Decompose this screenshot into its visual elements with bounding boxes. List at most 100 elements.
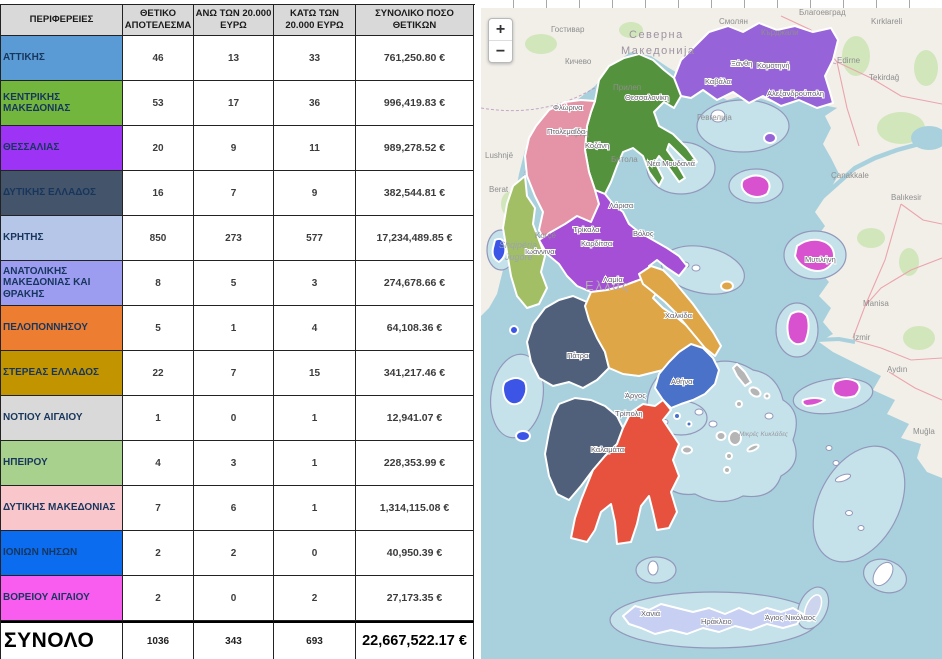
map-label: Τρίπολη	[615, 409, 643, 418]
table-row: ΗΠΕΙΡΟΥ 4 3 1 228,353.99 €	[1, 441, 475, 486]
header-below: ΚΑΤΩ ΤΩΝ 20.000 ΕΥΡΩ	[274, 5, 356, 36]
regions-table: ΠΕΡΙΦΕΡΕΙΕΣ ΘΕΤΙΚΟ ΑΠΟΤΕΛΕΣΜΑ ΑΝΩ ΤΩΝ 20…	[0, 4, 475, 659]
map-canvas[interactable]: ГостиварКичевоСевернаМакедонијаПрилепСтр…	[481, 8, 942, 659]
header-positive: ΘΕΤΙΚΟ ΑΠΟΤΕΛΕΣΜΑ	[123, 5, 194, 36]
map-label: Θεσσαλονίκη	[625, 93, 669, 102]
header-above: ΑΝΩ ΤΩΝ 20.000 ΕΥΡΩ	[194, 5, 274, 36]
region-name-cell: ΑΝΑΤΟΛΙΚΗΣ ΜΑΚΕΔΟΝΙΑΣ ΚΑΙ ΘΡΑΚΗΣ	[1, 261, 123, 306]
above-20k-cell: 0	[194, 576, 274, 621]
map-label: Κομοτηνή	[757, 61, 790, 70]
total-positive: 1036	[123, 621, 194, 659]
map-island-mykonos[interactable]	[763, 392, 771, 400]
above-20k-cell: 9	[194, 126, 274, 171]
map-label: Битола	[611, 155, 638, 164]
map-label: Τρίκαλα	[573, 225, 600, 234]
map-island-skyros[interactable]	[720, 280, 734, 292]
map-label: Македонија	[621, 45, 696, 57]
positive-count-cell: 5	[123, 306, 194, 351]
ruler-strip	[481, 0, 942, 8]
table-row: ΠΕΛΟΠΟΝΝΗΣΟΥ 5 1 4 64,108.36 €	[1, 306, 475, 351]
map-label: Кърджали	[761, 28, 799, 37]
region-name-cell: ΚΡΗΤΗΣ	[1, 216, 123, 261]
map-island-samothraki[interactable]	[763, 132, 777, 144]
amount-cell: 274,678.66 €	[356, 261, 474, 306]
amount-cell: 17,234,489.85 €	[356, 216, 474, 261]
above-20k-cell: 7	[194, 171, 274, 216]
map-label: Λαμία	[603, 275, 623, 284]
map-label: Καβάλα	[705, 77, 732, 86]
map-island-salamina[interactable]	[673, 412, 681, 420]
below-20k-cell: 0	[274, 531, 356, 576]
above-20k-cell: 273	[194, 216, 274, 261]
map-island-kefalonia[interactable]	[502, 377, 528, 406]
map-island-zakynthos[interactable]	[515, 430, 531, 442]
map-label: Смолян	[719, 17, 748, 26]
map-label: Καρδίτσα	[581, 239, 613, 248]
below-20k-cell: 15	[274, 351, 356, 396]
below-20k-cell: 33	[274, 36, 356, 81]
below-20k-cell: 1	[274, 486, 356, 531]
map-label: Κοζάνη	[585, 141, 609, 150]
below-20k-cell: 1	[274, 441, 356, 486]
map-label: Μικρές Κυκλάδες	[739, 430, 789, 438]
positive-count-cell: 4	[123, 441, 194, 486]
map-label: Manisa	[863, 299, 889, 308]
total-below: 693	[274, 621, 356, 659]
region-name-cell: ΙΟΝΙΩΝ ΝΗΣΩΝ	[1, 531, 123, 576]
amount-cell: 761,250.80 €	[356, 36, 474, 81]
total-above: 343	[194, 621, 274, 659]
map-island-samos[interactable]	[832, 378, 861, 399]
above-20k-cell: 6	[194, 486, 274, 531]
map-label: Ιωάννινα	[525, 247, 555, 256]
map-label: İzmir	[853, 333, 871, 342]
above-20k-cell: 17	[194, 81, 274, 126]
above-20k-cell: 0	[194, 396, 274, 441]
map-label: Άργος	[625, 391, 646, 400]
map-island-milos[interactable]	[681, 445, 693, 455]
region-name-cell: ΒΟΡΕΙΟΥ ΑΙΓΑΙΟΥ	[1, 576, 123, 621]
map-label: Χαλκίδα	[665, 311, 693, 320]
positive-count-cell: 1	[123, 396, 194, 441]
map-label: Berat	[489, 185, 509, 194]
amount-cell: 341,217.46 €	[356, 351, 474, 396]
map-island-ios[interactable]	[725, 452, 733, 460]
below-20k-cell: 11	[274, 126, 356, 171]
region-name-cell: ΘΕΣΣΑΛΙΑΣ	[1, 126, 123, 171]
zoom-out-button[interactable]: −	[489, 41, 512, 62]
map-panel: Гостивар Кичево Северна Македонија Прилеп Стр…	[481, 0, 942, 659]
below-20k-cell: 577	[274, 216, 356, 261]
map-island-limnos[interactable]	[740, 174, 771, 198]
map-island-lefkada[interactable]	[509, 325, 519, 335]
map-island-syros[interactable]	[735, 400, 743, 408]
region-name-cell: ΗΠΕΙΡΟΥ	[1, 441, 123, 486]
amount-cell: 228,353.99 €	[356, 441, 474, 486]
header-total: ΣΥΝΟΛΙΚΟ ΠΟΣΟ ΘΕΤΙΚΩΝ	[356, 5, 474, 36]
map-label: Кичево	[565, 57, 592, 66]
map-label: Καλαμάτα	[591, 445, 625, 454]
map-island-santorini[interactable]	[723, 466, 731, 474]
map-label: Lushnjë	[485, 151, 514, 160]
positive-count-cell: 16	[123, 171, 194, 216]
above-20k-cell: 5	[194, 261, 274, 306]
amount-cell: 996,419.83 €	[356, 81, 474, 126]
zoom-in-button[interactable]: +	[489, 19, 512, 41]
map-label: Гостивар	[551, 25, 585, 34]
below-20k-cell: 3	[274, 261, 356, 306]
table-row: ΔΥΤΙΚΗΣ ΕΛΛΑΔΟΣ 16 7 9 382,544.81 €	[1, 171, 475, 216]
map-label: Αθήνα	[671, 377, 693, 386]
region-name-cell: ΚΕΝΤΡΙΚΗΣ ΜΑΚΕΔΟΝΙΑΣ	[1, 81, 123, 126]
map-label: Λάρισα	[609, 201, 634, 210]
below-20k-cell: 2	[274, 576, 356, 621]
map-island-paros[interactable]	[715, 431, 727, 441]
map-label: Aydın	[887, 365, 907, 374]
map-island-aigina[interactable]	[685, 420, 693, 428]
table-row: ΝΟΤΙΟΥ ΑΙΓΑΙΟΥ 1 0 1 12,941.07 €	[1, 396, 475, 441]
table-row: ΒΟΡΕΙΟΥ ΑΙΓΑΙΟΥ 2 0 2 27,173.35 €	[1, 576, 475, 621]
positive-count-cell: 2	[123, 531, 194, 576]
region-name-cell: ΔΥΤΙΚΗΣ ΕΛΛΑΔΟΣ	[1, 171, 123, 216]
map-label: Edirne	[837, 56, 861, 65]
map-label: Korçë	[535, 231, 556, 240]
table-header-row: ΠΕΡΙΦΕΡΕΙΕΣ ΘΕΤΙΚΟ ΑΠΟΤΕΛΕΣΜΑ ΑΝΩ ΤΩΝ 20…	[1, 5, 475, 36]
map-island-chios[interactable]	[786, 310, 810, 346]
table-row: ΘΕΣΣΑΛΙΑΣ 20 9 11 989,278.52 €	[1, 126, 475, 171]
